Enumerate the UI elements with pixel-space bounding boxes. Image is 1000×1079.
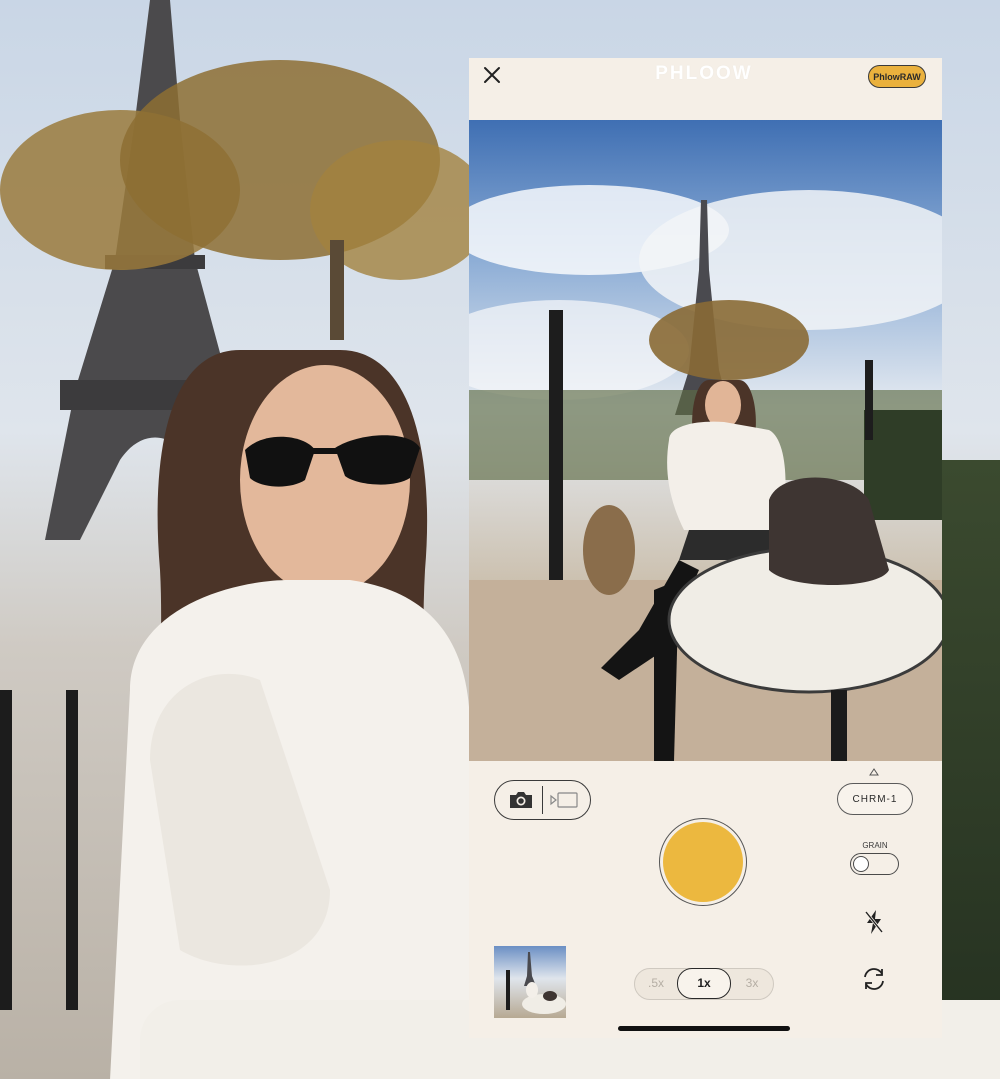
flash-off-icon[interactable] <box>863 909 885 935</box>
chevron-up-icon[interactable] <box>869 767 879 777</box>
camera-viewfinder[interactable] <box>469 120 942 761</box>
viewfinder-scene <box>469 185 942 761</box>
shutter-button[interactable] <box>659 818 747 906</box>
close-icon <box>484 67 500 83</box>
zoom-0-5x-button[interactable]: .5x <box>641 969 671 998</box>
mode-divider <box>542 786 543 814</box>
film-selector: CHRM-1 <box>835 767 915 817</box>
flip-camera-icon[interactable] <box>861 966 887 992</box>
close-button[interactable] <box>481 64 503 86</box>
film-preset-button[interactable]: CHRM-1 <box>837 783 913 815</box>
grain-toggle[interactable] <box>850 853 899 875</box>
app-logo: PHLOOW <box>655 63 753 84</box>
last-photo-thumbnail[interactable] <box>494 946 566 1018</box>
zoom-3x-button[interactable]: 3x <box>737 969 767 998</box>
hedge <box>940 460 1000 1079</box>
phlow-raw-button[interactable]: PhlowRAW <box>868 65 926 88</box>
zoom-selector: .5x 1x 3x <box>634 968 774 1000</box>
phone-camera-app: PHLOOW PhlowRAW CHRM-1 GRAIN .5x 1x 3x <box>469 58 942 1038</box>
photo-mode-button[interactable] <box>505 786 537 814</box>
thumbnail-scene <box>506 952 566 1014</box>
camera-icon <box>510 792 532 808</box>
video-icon <box>550 792 578 808</box>
home-indicator[interactable] <box>618 1026 790 1031</box>
video-mode-button[interactable] <box>548 786 580 814</box>
camera-controls: CHRM-1 GRAIN .5x 1x 3x <box>469 761 942 1038</box>
photo-video-toggle <box>494 780 591 820</box>
woman-portrait <box>110 350 470 1079</box>
grain-label: GRAIN <box>862 841 888 850</box>
shutter-fill <box>663 822 743 902</box>
autumn-tree <box>0 60 480 340</box>
grain-toggle-knob <box>853 856 869 872</box>
zoom-1x-button[interactable]: 1x <box>677 968 731 999</box>
top-bar: PHLOOW PhlowRAW <box>469 58 942 120</box>
